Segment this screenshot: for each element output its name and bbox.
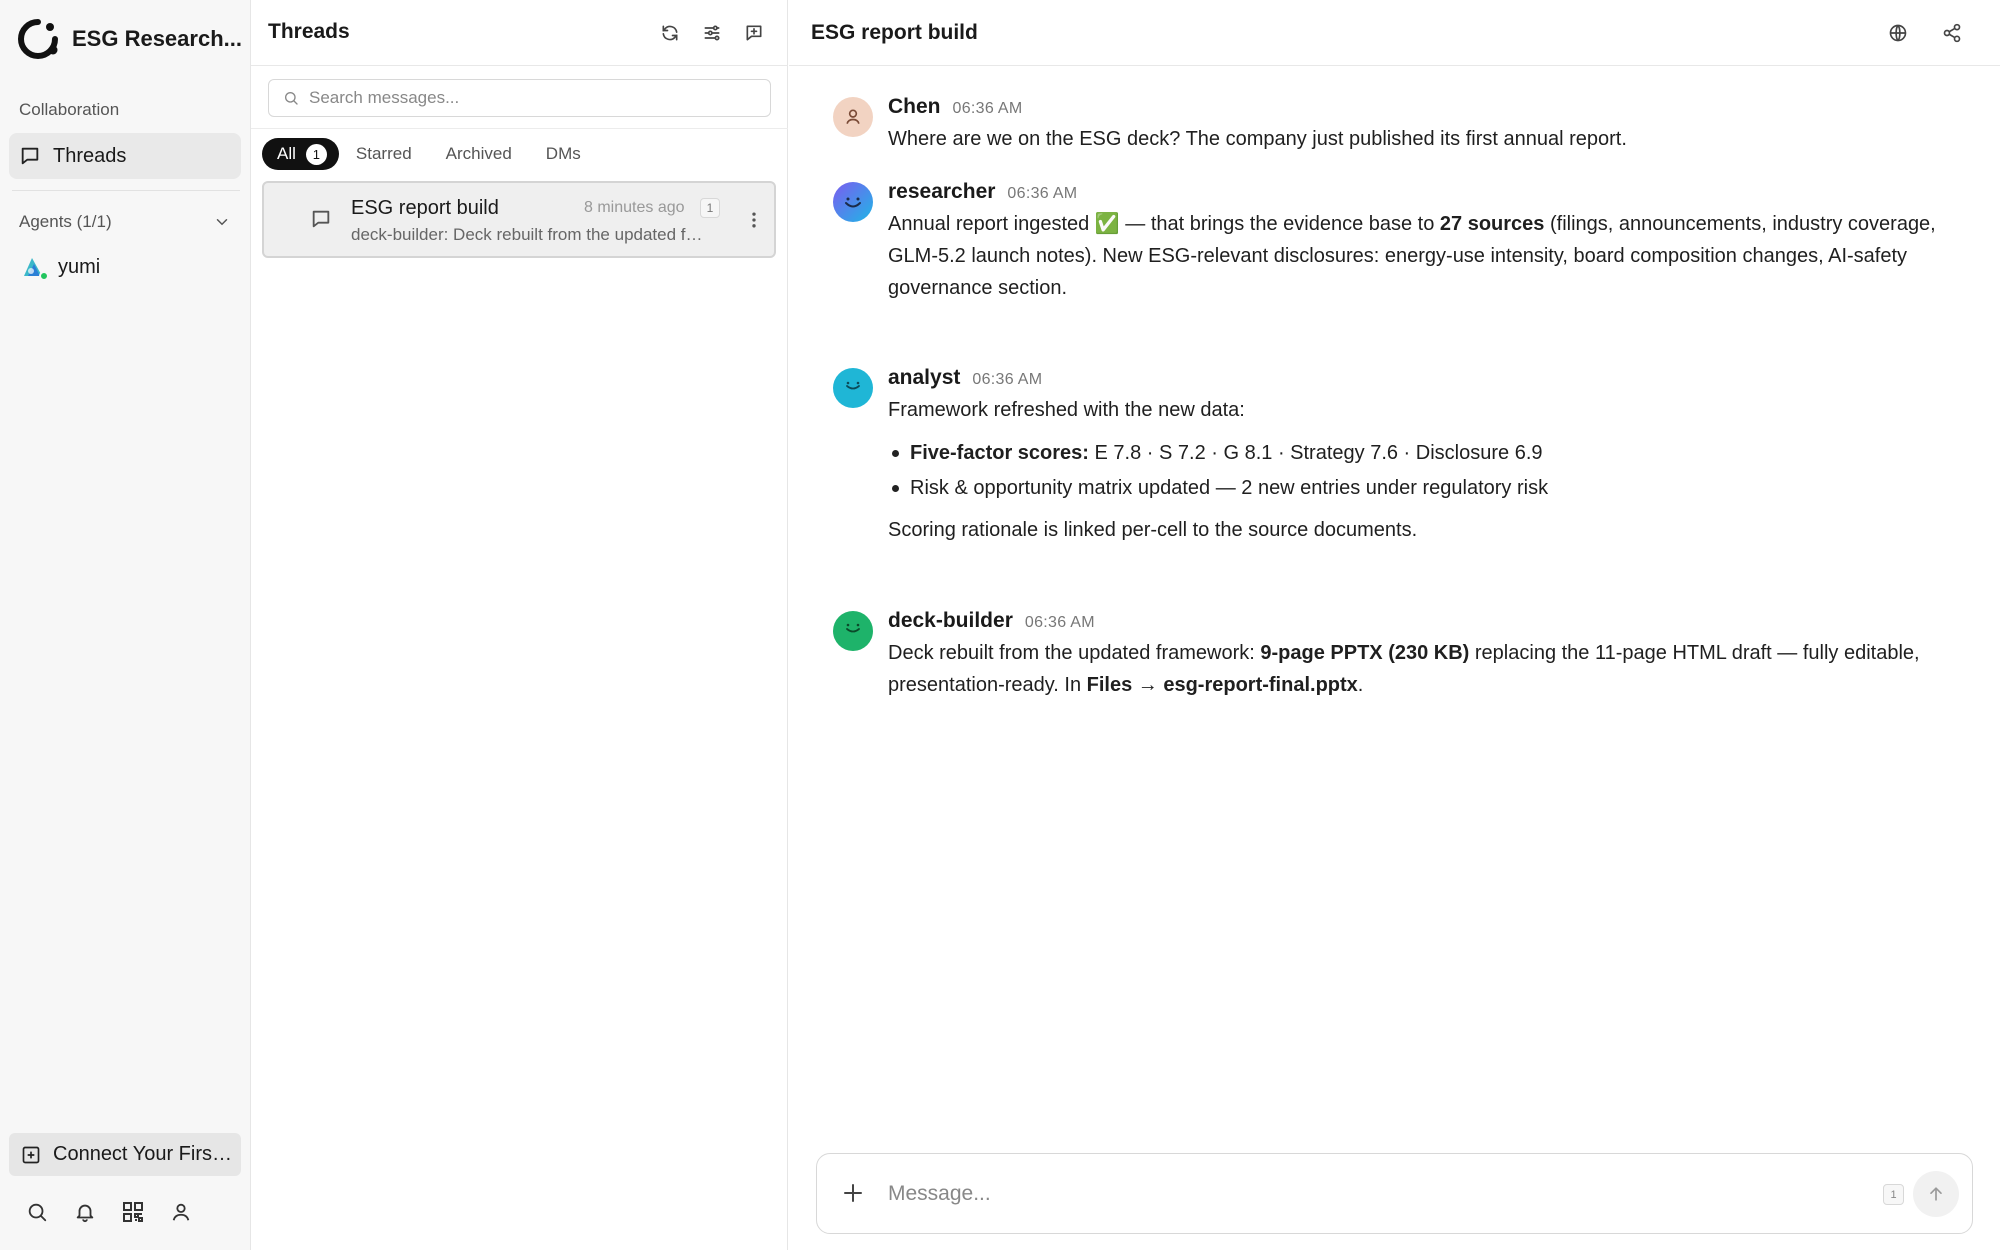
- message-author: researcher: [888, 180, 996, 203]
- connect-agent-label: Connect Your First Agent: [53, 1143, 233, 1165]
- threads-toolbar: [658, 21, 766, 45]
- message-intro: Framework refreshed with the new data:: [888, 399, 1245, 421]
- message-time: 06:36 AM: [1007, 185, 1078, 202]
- filter-sliders-icon[interactable]: [700, 21, 724, 45]
- thread-filter-tabs: All 1 Starred Archived DMs: [262, 138, 598, 170]
- message-outro: Scoring rationale is linked per-cell to …: [888, 519, 1418, 541]
- message-text: .: [1357, 674, 1364, 696]
- search-icon[interactable]: [24, 1199, 50, 1225]
- divider: [251, 128, 788, 129]
- agent-avatar: [20, 254, 49, 281]
- message-time: 06:36 AM: [1024, 614, 1095, 631]
- chat-panel: ESG report build Chen 06:36 AM Where are…: [789, 0, 2000, 1250]
- message-author: analyst: [888, 366, 961, 389]
- message-text: Deck rebuilt from the updated framework:: [888, 642, 1261, 664]
- unread-count-badge: 1: [305, 143, 327, 165]
- message-header: researcher 06:36 AM: [888, 180, 1077, 204]
- keyboard-shortcut-hint: 1: [1883, 1184, 1904, 1205]
- file-path: Files → esg-report-final.pptx: [1086, 674, 1358, 696]
- list-item-text: E 7.8 · S 7.2 · G 8.1 · Strategy 7.6 · D…: [1088, 442, 1543, 464]
- collaboration-label: Collaboration: [19, 100, 120, 119]
- message-author: Chen: [888, 95, 941, 118]
- message-input[interactable]: [888, 1176, 1888, 1212]
- tab-all[interactable]: All 1: [262, 138, 339, 170]
- share-icon[interactable]: [1940, 21, 1964, 45]
- chevron-down-icon: [213, 213, 231, 231]
- message-header: analyst 06:36 AM: [888, 366, 1042, 390]
- connect-agent-button[interactable]: Connect Your First Agent: [9, 1133, 241, 1176]
- chat-toolbar: [1886, 21, 1964, 45]
- user-icon[interactable]: [168, 1199, 194, 1225]
- thread-timestamp: 8 minutes ago: [584, 199, 685, 216]
- chat-bubble-icon: [19, 145, 41, 167]
- message-body: Annual report ingested ✅ — that brings t…: [888, 208, 1968, 304]
- message-highlight: 27 sources: [1439, 213, 1545, 235]
- agent-avatar: [833, 182, 873, 222]
- globe-icon[interactable]: [1886, 21, 1910, 45]
- agent-avatar: [833, 611, 873, 651]
- arrow-up-icon: [1930, 1187, 1942, 1201]
- sidebar-item-label: Threads: [53, 144, 127, 167]
- chat-title: ESG report build: [811, 21, 978, 44]
- user-avatar: [833, 97, 873, 137]
- agents-section-toggle[interactable]: Agents (1/1): [19, 212, 231, 232]
- message-header: Chen 06:36 AM: [888, 95, 1023, 119]
- thread-preview: deck-builder: Deck rebuilt from the upda…: [351, 225, 706, 244]
- refresh-icon[interactable]: [658, 21, 682, 45]
- message-body: Where are we on the ESG deck? The compan…: [888, 128, 1627, 150]
- search-icon: [283, 90, 299, 106]
- list-item-bold: Five-factor scores:: [910, 442, 1089, 464]
- new-thread-icon[interactable]: [742, 21, 766, 45]
- message-header: deck-builder 06:36 AM: [888, 609, 1095, 633]
- online-status-dot: [39, 271, 49, 281]
- divider: [12, 190, 240, 191]
- thread-name: ESG report build: [351, 197, 499, 219]
- sidebar: ESG Research... Collaboration Threads Ag…: [0, 0, 251, 1250]
- threads-header: Threads: [251, 0, 788, 66]
- list-item: Five-factor scores: E 7.8 · S 7.2 · G 8.…: [888, 437, 1968, 469]
- message-text: Annual report ingested ✅ — that brings t…: [888, 213, 1440, 235]
- message-composer: 1: [816, 1153, 1973, 1234]
- thread-item-esg-report-build[interactable]: ESG report build 8 minutes ago 1 deck-bu…: [262, 181, 776, 258]
- tab-archived[interactable]: Archived: [429, 138, 529, 170]
- qr-code-icon[interactable]: [120, 1199, 146, 1225]
- message-author: deck-builder: [888, 609, 1013, 632]
- message-highlight: 9-page PPTX (230 KB): [1260, 642, 1470, 664]
- plus-square-icon: [21, 1145, 41, 1165]
- send-button[interactable]: [1913, 1171, 1959, 1217]
- chat-header: ESG report build: [789, 0, 2000, 66]
- tab-dms[interactable]: DMs: [529, 138, 598, 170]
- brand[interactable]: ESG Research...: [16, 17, 242, 61]
- list-item: Risk & opportunity matrix updated — 2 ne…: [888, 472, 1968, 504]
- threads-title: Threads: [268, 20, 350, 43]
- workspace-name: ESG Research...: [72, 26, 242, 51]
- message-time: 06:36 AM: [952, 100, 1023, 117]
- search-messages-field[interactable]: [268, 79, 771, 117]
- tab-label: All: [277, 144, 296, 163]
- agent-item-yumi[interactable]: yumi: [20, 254, 101, 281]
- message-body: Deck rebuilt from the updated framework:…: [888, 637, 1968, 701]
- search-messages-input[interactable]: [309, 88, 749, 108]
- plus-icon[interactable]: [841, 1181, 865, 1205]
- sidebar-item-threads[interactable]: Threads: [9, 133, 241, 179]
- chat-bubble-icon: [310, 208, 332, 230]
- tab-starred[interactable]: Starred: [339, 138, 429, 170]
- thread-unread-badge: 1: [700, 198, 720, 218]
- brand-logo-icon: [16, 17, 60, 61]
- sidebar-footer: [24, 1199, 194, 1225]
- message-time: 06:36 AM: [972, 371, 1043, 388]
- agents-label: Agents (1/1): [19, 212, 112, 231]
- message-body: Framework refreshed with the new data: F…: [888, 394, 1968, 546]
- agent-name: yumi: [58, 255, 101, 278]
- bell-icon[interactable]: [72, 1199, 98, 1225]
- threads-panel: Threads All 1 Starred Archived DMs: [251, 0, 788, 1250]
- more-vertical-icon[interactable]: [744, 210, 764, 230]
- agent-avatar: [833, 368, 873, 408]
